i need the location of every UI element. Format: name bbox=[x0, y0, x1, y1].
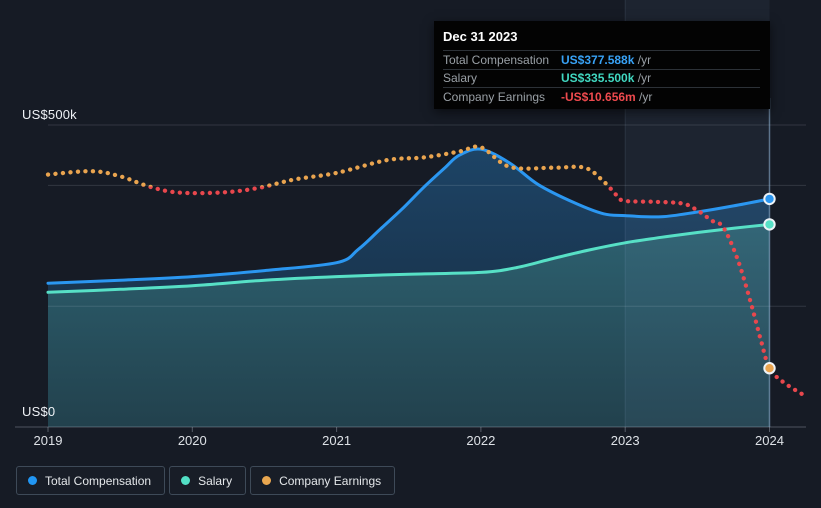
y-axis-label-top: US$500k bbox=[22, 107, 77, 122]
legend-dot-company-earnings-icon bbox=[262, 476, 272, 485]
y-axis-label-bottom: US$0 bbox=[22, 404, 56, 419]
legend-item-company-earnings[interactable]: Company Earnings bbox=[250, 466, 396, 495]
tooltip-row-salary: Salary US$335.500k /yr bbox=[443, 68, 760, 88]
total-compensation-marker[interactable] bbox=[763, 192, 776, 206]
x-axis-label-2022: 2022 bbox=[466, 433, 496, 448]
tooltip-row-company-earnings: Company Earnings -US$10.656m /yr bbox=[443, 87, 760, 106]
chart-legend: Total Compensation Salary Company Earnin… bbox=[16, 466, 396, 495]
x-axis-label-2023: 2023 bbox=[610, 433, 640, 448]
tooltip-date: Dec 31 2023 bbox=[443, 29, 518, 44]
x-axis-label-2019: 2019 bbox=[33, 433, 63, 448]
legend-dot-total-compensation-icon bbox=[28, 476, 37, 485]
x-axis-label-2024: 2024 bbox=[755, 433, 784, 448]
legend-item-salary[interactable]: Salary bbox=[169, 466, 247, 495]
legend-item-total-compensation[interactable]: Total Compensation bbox=[16, 466, 166, 495]
legend-dot-salary-icon bbox=[181, 476, 191, 485]
company-earnings-marker[interactable] bbox=[763, 362, 776, 375]
x-axis-label-2020: 2020 bbox=[177, 433, 207, 448]
chart-tooltip: Dec 31 2023 Total Compensation US$377.588… bbox=[434, 21, 770, 109]
compensation-chart-page: US$500k US$0 2019 2020 2021 2022 2023 20… bbox=[0, 0, 821, 508]
x-axis-label-2021: 2021 bbox=[322, 433, 352, 448]
tooltip-row-total-compensation: Total Compensation US$377.588k /yr bbox=[443, 50, 760, 69]
salary-marker[interactable] bbox=[763, 218, 776, 231]
